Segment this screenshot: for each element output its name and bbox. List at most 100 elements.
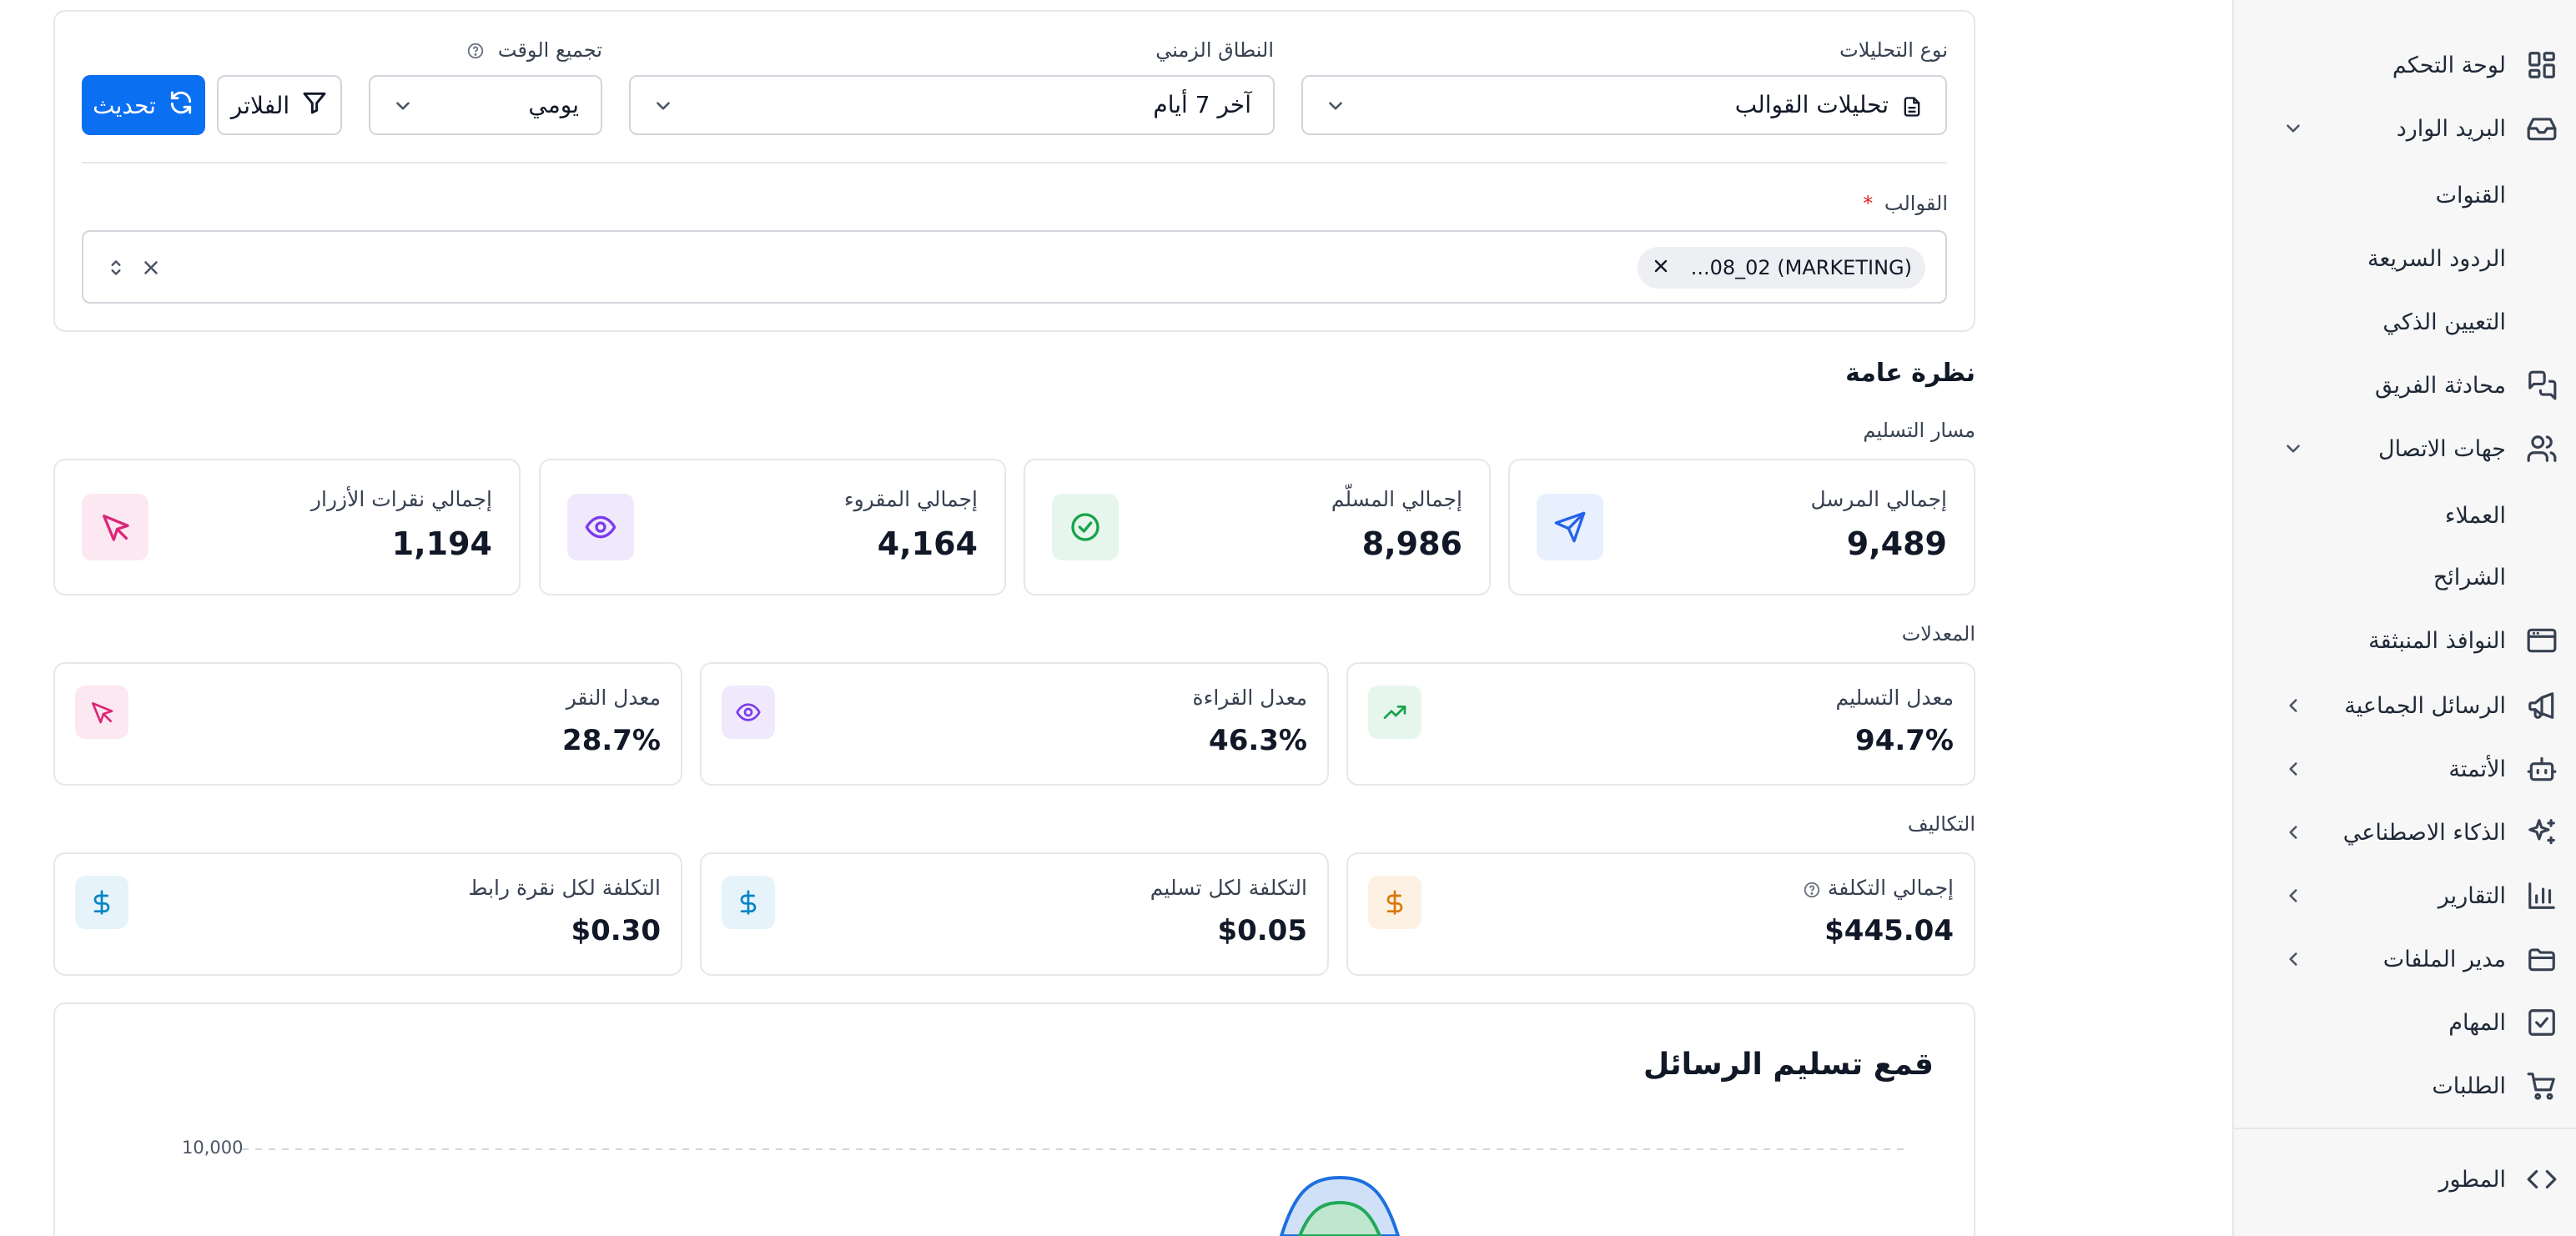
stat-badge <box>75 686 128 739</box>
sidebar-item[interactable]: مدير الملفات <box>2232 927 2576 991</box>
sidebar-item[interactable]: النوافذ المنبثقة <box>2232 609 2576 672</box>
sidebar-item[interactable]: الأتمتة <box>2232 737 2576 801</box>
analytics-type-label: نوع التحليلات <box>1839 38 1948 62</box>
stat-title: إجمالي المقروء <box>844 487 978 511</box>
cursor-icon <box>98 510 132 544</box>
sidebar-item[interactable]: المطور <box>2232 1148 2576 1211</box>
time-range-value: آخر 7 أيام <box>1153 91 1251 118</box>
analytics-type-select[interactable]: تحليلات القوالب <box>1301 75 1947 135</box>
inbox-icon <box>2524 111 2559 146</box>
stat-card: إجمالي المسلّم 8,986 <box>1024 459 1491 595</box>
stat-title-text: معدل التسليم <box>1835 686 1954 710</box>
window-icon <box>2524 623 2559 658</box>
stat-badge <box>75 876 128 929</box>
templates-label: القوالب * <box>1863 192 1948 215</box>
time-grouping-select[interactable]: يومي <box>369 75 602 135</box>
stat-title-text: معدل النقر <box>566 686 661 710</box>
clear-icon[interactable] <box>140 257 162 282</box>
chevron-left-icon[interactable] <box>2279 882 2307 910</box>
funnel-chart-title: قمع تسليم الرسائل <box>1643 1048 1934 1082</box>
stat-title-text: إجمالي المسلّم <box>1331 487 1462 511</box>
chevrons-up-down-icon[interactable] <box>105 255 127 284</box>
stat-card: معدل النقر 28.7% <box>53 662 682 786</box>
users-icon <box>2524 431 2559 466</box>
chevron-left-icon[interactable] <box>2279 818 2307 847</box>
sidebar-divider <box>2232 1128 2576 1129</box>
stat-title: معدل النقر <box>566 686 661 710</box>
sidebar-item[interactable]: الرسائل الجماعية <box>2232 674 2576 737</box>
required-mark: * <box>1863 192 1874 215</box>
sidebar-item[interactable]: العملاء <box>2232 484 2576 547</box>
templates-multiselect[interactable]: ...08_02 (MARKETING) <box>82 230 1947 304</box>
stat-badge <box>722 876 775 929</box>
sidebar-item[interactable]: الشرائح <box>2232 545 2576 609</box>
funnel-chart-svg <box>242 1148 1910 1236</box>
megaphone-icon <box>2524 688 2559 723</box>
remove-chip-icon[interactable] <box>1651 256 1671 279</box>
refresh-button-label: تحديث <box>93 91 156 119</box>
sidebar-item[interactable]: الذكاء الاصطناعي <box>2232 801 2576 864</box>
time-range-select[interactable]: آخر 7 أيام <box>629 75 1275 135</box>
chevron-left-icon[interactable] <box>2279 691 2307 720</box>
rates-group-label: المعدلات <box>1901 622 1975 646</box>
chevron-down-icon <box>392 95 414 117</box>
stat-badge <box>82 494 148 560</box>
sidebar-item[interactable]: لوحة التحكم <box>2232 33 2576 97</box>
stat-title-text: إجمالي المقروء <box>843 487 978 511</box>
filters-button[interactable]: الفلاتر <box>217 75 342 135</box>
code-icon <box>2524 1162 2559 1197</box>
sidebar-item[interactable]: التقارير <box>2232 864 2576 927</box>
bot-icon <box>2524 751 2559 786</box>
stat-value: 46.3% <box>1209 724 1307 757</box>
stat-card: إجمالي المقروء 4,164 <box>539 459 1006 595</box>
sidebar-item[interactable]: الردود السريعة <box>2232 227 2576 290</box>
stat-title: التكلفة لكل نقرة رابط <box>468 876 661 900</box>
sidebar-item[interactable]: جهات الاتصال <box>2232 417 2576 480</box>
help-circle-icon[interactable] <box>466 42 485 60</box>
sidebar-item-label: التقارير <box>2438 882 2506 909</box>
sidebar-item[interactable]: المهام <box>2232 991 2576 1054</box>
sidebar-item[interactable]: التعيين الذكي <box>2232 290 2576 354</box>
stat-title-text: إجمالي التكلفة <box>1827 876 1954 900</box>
filters-button-label: الفلاتر <box>230 91 290 119</box>
cart-icon <box>2524 1068 2559 1103</box>
refresh-button[interactable]: تحديث <box>82 75 205 135</box>
checkbox-icon <box>2524 1005 2559 1040</box>
sidebar-item-label: البريد الوارد <box>2396 115 2506 142</box>
chevron-down-icon <box>652 95 674 117</box>
check-circle-icon <box>1069 510 1102 544</box>
sidebar-item-label: النوافذ المنبثقة <box>2368 627 2506 654</box>
sidebar-item[interactable]: القنوات <box>2232 163 2576 227</box>
stat-card: معدل القراءة 46.3% <box>700 662 1329 786</box>
eye-icon <box>584 510 617 544</box>
help-circle-icon[interactable] <box>1803 880 1821 898</box>
costs-group-label: التكاليف <box>1907 812 1975 836</box>
sidebar-item[interactable]: محادثة الفريق <box>2232 354 2576 417</box>
chevron-left-icon[interactable] <box>2279 755 2307 783</box>
stat-badge <box>1368 686 1421 739</box>
stat-value: 8,986 <box>1361 525 1462 562</box>
stat-value: $0.05 <box>1217 914 1307 947</box>
stat-card: التكلفة لكل تسليم $0.05 <box>700 852 1329 976</box>
stat-badge <box>722 686 775 739</box>
stat-value: 9,489 <box>1846 525 1947 562</box>
sidebar-item[interactable]: الطلبات <box>2232 1054 2576 1118</box>
sidebar-item-label: محادثة الفريق <box>2374 372 2506 399</box>
stat-title: إجمالي التكلفة <box>1803 876 1954 900</box>
dollar-icon <box>88 889 115 916</box>
stat-card: إجمالي التكلفة $445.04 <box>1346 852 1975 976</box>
chevron-down-icon[interactable] <box>2279 435 2307 463</box>
template-chip: ...08_02 (MARKETING) <box>1637 247 1925 289</box>
chevron-down-icon[interactable] <box>2279 114 2307 143</box>
sidebar-item-label: الطلبات <box>2432 1073 2506 1099</box>
overview-title: نظرة عامة <box>1845 359 1975 388</box>
sidebar-item[interactable]: البريد الوارد <box>2232 97 2576 160</box>
sidebar-item-label: الرسائل الجماعية <box>2344 692 2506 719</box>
stat-title-text: إجمالي نقرات الأزرار <box>310 487 492 511</box>
y-axis-tick-label: 10,000 <box>182 1138 244 1158</box>
stat-title: إجمالي المسلّم <box>1331 487 1462 511</box>
chevron-down-icon <box>1325 95 1346 117</box>
chevron-left-icon[interactable] <box>2279 945 2307 973</box>
stat-card: إجمالي نقرات الأزرار 1,194 <box>53 459 521 595</box>
stat-value: 4,164 <box>877 525 978 562</box>
